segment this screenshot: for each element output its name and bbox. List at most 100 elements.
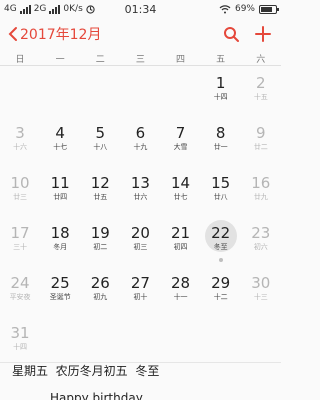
day-cell[interactable]: 8 廿一	[201, 124, 241, 174]
day-cell[interactable]: 15 廿八	[201, 174, 241, 224]
empty-cell	[0, 74, 40, 124]
day-cell[interactable]: 30 十三	[241, 274, 281, 324]
header-actions	[223, 26, 271, 42]
day-number: 23	[251, 224, 271, 242]
day-number: 2	[256, 74, 266, 92]
day-number: 6	[135, 124, 146, 142]
status-right: 69%	[219, 4, 279, 14]
day-number: 13	[130, 174, 150, 192]
day-cell[interactable]: 5 十八	[80, 124, 120, 174]
lunar-date: 十七	[53, 143, 68, 151]
day-number: 17	[10, 224, 30, 242]
day-cell[interactable]: 28 十一	[161, 274, 201, 324]
lunar-date: 十四	[213, 93, 228, 101]
day-cell[interactable]: 27 初十	[120, 274, 160, 324]
day-number: 29	[211, 274, 231, 292]
search-icon[interactable]	[223, 26, 239, 42]
day-cell[interactable]: 10 廿三	[0, 174, 40, 224]
lunar-date: 廿八	[213, 193, 228, 201]
weekday-label: 三	[135, 55, 145, 65]
status-bar: 4G 2G 0K/s 01:34 69%	[0, 0, 281, 20]
lunar-date: 廿七	[173, 193, 188, 201]
battery-percent: 69%	[234, 4, 255, 14]
empty-cell	[40, 74, 80, 124]
lunar-date: 初二	[93, 243, 108, 251]
day-number: 20	[130, 224, 150, 242]
lunar-date: 十一	[173, 293, 188, 301]
event-dot-icon	[218, 258, 223, 262]
lunar-date: 三十	[13, 243, 28, 251]
day-number: 7	[175, 124, 186, 142]
calendar-grid: 1 十四 2 十五 3 十六 4 十七 5 十八 6 十九 7 大雪 8 廿一 9 廿二 10 廿三 11 廿四 12 廿五 1…	[0, 74, 281, 374]
day-cell[interactable]: 1 十四	[201, 74, 241, 124]
day-cell[interactable]: 12 廿五	[80, 174, 120, 224]
day-cell[interactable]: 26 初九	[80, 274, 120, 324]
lunar-date: 廿二	[253, 143, 268, 151]
lunar-date: 初四	[173, 243, 188, 251]
day-number: 25	[50, 274, 70, 292]
lunar-date: 十九	[133, 143, 148, 151]
day-cell[interactable]: 13 廿六	[120, 174, 160, 224]
day-number: 5	[95, 124, 106, 142]
day-number: 14	[171, 174, 191, 192]
day-cell[interactable]: 9 廿二	[241, 124, 281, 174]
day-number: 12	[90, 174, 110, 192]
detail-lunar: 农历冬月初五	[55, 364, 128, 378]
day-cell[interactable]: 6 十九	[120, 124, 160, 174]
back-month-button[interactable]: 2017年12月	[8, 24, 101, 44]
lunar-date: 初九	[93, 293, 108, 301]
lunar-date: 平安夜	[9, 293, 31, 301]
day-cell[interactable]: 2 十五	[241, 74, 281, 124]
lunar-date: 廿九	[253, 193, 268, 201]
lunar-date: 十八	[93, 143, 108, 151]
day-number: 30	[251, 274, 271, 292]
empty-cell	[161, 74, 201, 124]
event-item[interactable]: Happy birthday	[50, 391, 143, 400]
add-icon[interactable]	[255, 26, 271, 42]
day-cell[interactable]: 3 十六	[0, 124, 40, 174]
day-cell[interactable]: 22 冬至	[201, 220, 241, 274]
day-cell[interactable]: 14 廿七	[161, 174, 201, 224]
day-cell[interactable]: 23 初六	[241, 224, 281, 274]
day-cell[interactable]: 29 十二	[201, 274, 241, 324]
lunar-date: 初六	[253, 243, 268, 251]
lunar-date: 冬至	[213, 243, 228, 251]
day-cell[interactable]: 16 廿九	[241, 174, 281, 224]
empty-cell	[120, 74, 160, 124]
day-cell[interactable]: 19 初二	[80, 224, 120, 274]
day-number: 3	[15, 124, 25, 142]
day-cell[interactable]: 7 大雪	[161, 124, 201, 174]
detail-term: 冬至	[135, 364, 160, 378]
lunar-date: 十五	[253, 93, 268, 101]
day-number: 22	[211, 224, 231, 242]
day-cell[interactable]: 24 平安夜	[0, 274, 40, 324]
day-cell[interactable]: 18 冬月	[40, 224, 80, 274]
weekday-label: 日	[15, 55, 25, 65]
weekday-label: 四	[176, 55, 186, 65]
month-title: 2017年12月	[20, 27, 102, 43]
day-number: 1	[215, 74, 226, 92]
lunar-date: 廿六	[133, 193, 148, 201]
day-cell[interactable]: 20 初三	[120, 224, 160, 274]
weekday-label: 二	[95, 55, 105, 65]
day-cell[interactable]: 21 初四	[161, 224, 201, 274]
lunar-date: 十三	[253, 293, 268, 301]
day-cell[interactable]: 25 圣诞节	[40, 274, 80, 324]
lunar-date: 十六	[13, 143, 28, 151]
day-number: 10	[10, 174, 30, 192]
day-detail: 星期五 农历冬月初五 冬至 Happy birthday	[0, 362, 281, 400]
lunar-date: 圣诞节	[49, 293, 71, 301]
day-cell[interactable]: 4 十七	[40, 124, 80, 174]
calendar-week-row: 17 三十 18 冬月 19 初二 20 初三 21 初四 22 冬至 23 初六	[0, 220, 281, 274]
battery-icon	[259, 4, 279, 14]
day-cell[interactable]: 17 三十	[0, 224, 40, 274]
day-number: 18	[50, 224, 70, 242]
day-number: 4	[55, 124, 65, 142]
calendar-header: 2017年12月	[0, 22, 281, 50]
lunar-date: 初三	[133, 243, 148, 251]
day-number: 27	[130, 274, 150, 292]
day-cell[interactable]: 11 廿四	[40, 174, 80, 224]
lunar-date: 廿四	[53, 193, 68, 201]
lunar-date: 十二	[213, 293, 228, 301]
lunar-date: 冬月	[53, 243, 68, 251]
